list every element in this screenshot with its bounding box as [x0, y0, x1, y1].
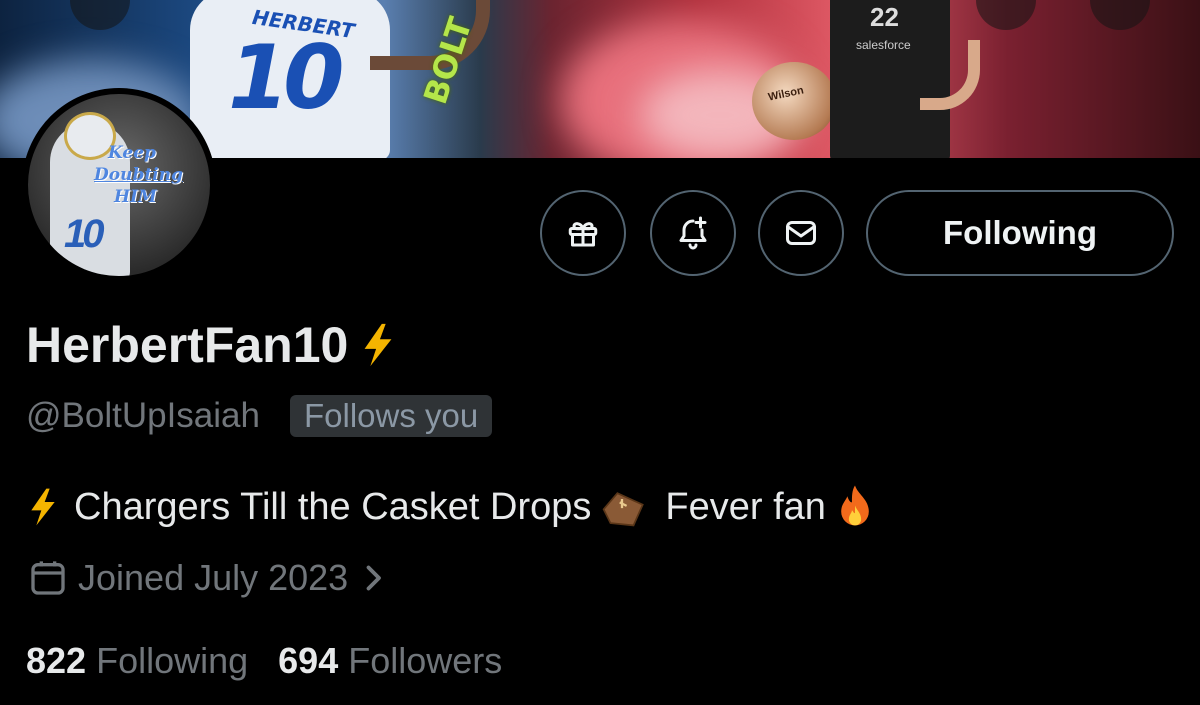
- player2-sponsor: salesforce: [856, 38, 911, 52]
- search-button[interactable]: [976, 0, 1036, 30]
- joined-row[interactable]: Joined July 2023: [28, 557, 384, 599]
- gift-icon: [568, 222, 598, 247]
- message-button[interactable]: [758, 190, 844, 276]
- notify-button[interactable]: [650, 190, 736, 276]
- avatar-caption-line1: Keep: [108, 143, 156, 163]
- banner-jersey: HERBERT 10: [190, 0, 390, 158]
- bio: Chargers Till the Casket Drops Fever fan: [26, 484, 876, 530]
- following-button[interactable]: Following: [866, 190, 1174, 276]
- back-button[interactable]: [70, 0, 130, 30]
- handle: @BoltUpIsaiah: [26, 396, 260, 435]
- banner-arm2: [920, 40, 980, 110]
- more-button[interactable]: [1090, 0, 1150, 30]
- follows-you-badge: Follows you: [289, 395, 493, 437]
- avatar-caption-line3: HIM: [114, 187, 157, 207]
- avatar[interactable]: 10 Keep Doubting HIM: [22, 88, 216, 282]
- banner-bolt-text: BOLT: [416, 12, 480, 109]
- chevron-right-icon: [366, 565, 382, 591]
- lightning-bolt-icon: [364, 323, 392, 367]
- bell-plus-icon: [679, 216, 707, 250]
- joined-date: Joined July 2023: [78, 557, 349, 598]
- following-count-link[interactable]: 822 Following: [26, 640, 248, 682]
- avatar-caption: Keep Doubting HIM: [94, 142, 183, 208]
- followers-count: 694: [278, 640, 339, 681]
- bio-text-part1: Chargers Till the Casket Drops: [74, 485, 592, 528]
- basketball: Wilson: [752, 62, 836, 140]
- handle-row: @BoltUpIsaiah Follows you: [26, 395, 493, 437]
- gift-button[interactable]: [540, 190, 626, 276]
- followers-count-link[interactable]: 694 Followers: [278, 640, 502, 682]
- avatar-number: 10: [64, 212, 104, 256]
- coffin-icon: [602, 492, 645, 527]
- avatar-caption-line2: Doubting: [94, 165, 183, 185]
- jersey-number: 10: [228, 26, 344, 129]
- avatar-image: 10 Keep Doubting HIM: [28, 94, 210, 276]
- followers-label: Followers: [348, 640, 503, 681]
- display-name-row: HerbertFan10: [26, 316, 398, 374]
- fire-icon: [841, 485, 869, 526]
- calendar-icon: [31, 561, 65, 595]
- ball-brand: Wilson: [767, 84, 805, 104]
- bio-text-part2: Fever fan: [665, 485, 826, 528]
- follow-counts: 822 Following 694 Followers: [26, 640, 502, 682]
- display-name: HerbertFan10: [26, 317, 349, 373]
- following-count: 822: [26, 640, 87, 681]
- lightning-bolt-icon: [31, 488, 55, 526]
- following-label: Following: [96, 640, 249, 681]
- envelope-icon: [786, 221, 816, 245]
- player2-number: 22: [870, 2, 899, 32]
